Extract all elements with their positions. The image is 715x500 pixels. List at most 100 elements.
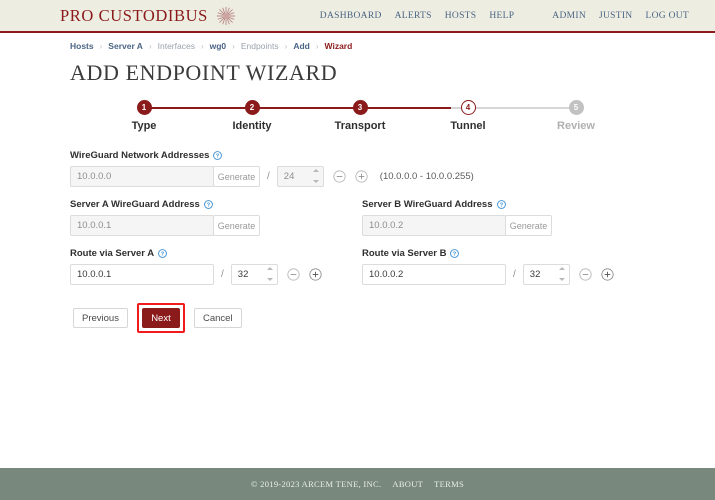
svg-text:?: ? [453, 252, 457, 258]
breadcrumb-item-hosts[interactable]: Hosts [70, 41, 94, 51]
route-b-prefix-spinner[interactable] [558, 267, 566, 281]
minus-circle-icon[interactable] [579, 268, 592, 281]
breadcrumb-separator: › [284, 41, 288, 51]
plus-circle-icon[interactable] [601, 268, 614, 281]
next-button[interactable]: Next [141, 308, 180, 328]
stepper-item-identity[interactable]: 2 Identity [218, 100, 286, 132]
row-network-addresses: Generate / [70, 166, 645, 187]
nav-link-help[interactable]: HELP [489, 11, 514, 21]
route-a-prefix-spinner[interactable] [266, 267, 274, 281]
svg-text:?: ? [161, 252, 165, 258]
minus-circle-icon[interactable] [333, 170, 346, 183]
breadcrumb-item-interfaces[interactable]: Interfaces [158, 41, 195, 51]
stepper-dot-2: 2 [244, 100, 260, 115]
field-group-route-a: Route via Server A ? / [70, 248, 360, 297]
wizard-form: WireGuard Network Addresses ? Generate / [0, 150, 715, 333]
nav-link-alerts[interactable]: ALERTS [395, 11, 432, 21]
breadcrumb-item-endpoints[interactable]: Endpoints [241, 41, 279, 51]
stepper-dot-4: 4 [460, 100, 476, 115]
row-server-addresses: Server A WireGuard Address ? Generate Se… [70, 199, 645, 248]
field-group-route-b: Route via Server B ? / [362, 248, 652, 297]
server-b-address-input[interactable] [362, 215, 506, 236]
stepper-item-type[interactable]: 1 Type [110, 100, 178, 132]
site-footer: © 2019-2023 ARCEM TENE, INC. ABOUT TERMS [0, 468, 715, 500]
site-header: PRO CUSTODIBUS DASHBOARD ALERTS HOSTS HE… [0, 0, 715, 33]
network-prefix-spinner[interactable] [312, 169, 320, 183]
question-mark-circle-icon[interactable]: ? [213, 151, 223, 160]
network-address-input-wrap: Generate [70, 166, 260, 187]
route-a-slash-separator: / [221, 269, 224, 280]
field-group-server-a-address: Server A WireGuard Address ? Generate [70, 199, 360, 248]
stepper-label-tunnel: Tunnel [450, 120, 486, 132]
label-route-a: Route via Server A ? [70, 248, 360, 259]
stepper-dot-5: 5 [568, 100, 584, 115]
label-server-a-address: Server A WireGuard Address ? [70, 199, 360, 210]
row-server-a-address-input: Generate [70, 215, 360, 236]
row-route-b-input: / [362, 264, 652, 285]
footer-link-terms[interactable]: TERMS [434, 479, 464, 489]
plus-circle-icon[interactable] [355, 170, 368, 183]
breadcrumb-separator: › [232, 41, 235, 51]
row-server-b-address-input: Generate [362, 215, 652, 236]
stepper-track: 1 Type 2 Identity 3 Transport 4 Tunnel 5… [110, 100, 610, 132]
minus-circle-icon[interactable] [287, 268, 300, 281]
question-mark-circle-icon[interactable]: ? [158, 249, 168, 258]
breadcrumb-separator: › [315, 41, 319, 51]
server-b-address-input-wrap: Generate [362, 215, 552, 236]
label-route-b-text: Route via Server B [362, 248, 447, 259]
svg-text:?: ? [499, 203, 503, 209]
network-slash-separator: / [267, 171, 270, 182]
nav-link-log-out[interactable]: LOG OUT [645, 11, 689, 21]
field-group-server-b-address: Server B WireGuard Address ? Generate [362, 199, 652, 248]
route-b-address-input[interactable] [362, 264, 506, 285]
stepper-item-tunnel[interactable]: 4 Tunnel [434, 100, 502, 132]
label-route-a-text: Route via Server A [70, 248, 155, 259]
route-b-prefix-wrap [522, 264, 570, 285]
stepper-label-identity: Identity [232, 120, 272, 132]
nav-link-user[interactable]: JUSTIN [599, 11, 632, 21]
footer-link-about[interactable]: ABOUT [392, 479, 423, 489]
breadcrumb-item-wg0[interactable]: wg0 [210, 41, 227, 51]
label-network-addresses-text: WireGuard Network Addresses [70, 150, 210, 161]
question-mark-circle-icon[interactable]: ? [496, 200, 506, 209]
breadcrumb-item-server-a[interactable]: Server A [108, 41, 143, 51]
breadcrumb-item-wizard: Wizard [324, 41, 353, 51]
label-route-b: Route via Server B ? [362, 248, 652, 259]
label-network-addresses: WireGuard Network Addresses ? [70, 150, 645, 161]
question-mark-circle-icon[interactable]: ? [203, 200, 213, 209]
stepper-dot-1: 1 [136, 100, 152, 115]
stepper-dot-3: 3 [352, 100, 368, 115]
network-generate-button[interactable]: Generate [213, 166, 260, 187]
stepper-item-review[interactable]: 5 Review [542, 100, 610, 132]
nav-link-admin[interactable]: ADMIN [552, 11, 586, 21]
label-server-b-address: Server B WireGuard Address ? [362, 199, 652, 210]
brand-logo[interactable]: PRO CUSTODIBUS [60, 5, 237, 27]
server-a-address-input-wrap: Generate [70, 215, 260, 236]
label-server-a-address-text: Server A WireGuard Address [70, 199, 200, 210]
field-group-network-addresses: WireGuard Network Addresses ? Generate / [70, 150, 645, 187]
question-mark-circle-icon[interactable]: ? [450, 249, 460, 258]
plus-circle-icon[interactable] [309, 268, 322, 281]
previous-button[interactable]: Previous [73, 308, 128, 328]
server-a-generate-button[interactable]: Generate [213, 215, 260, 236]
breadcrumb-item-add[interactable]: Add [293, 41, 310, 51]
svg-text:?: ? [207, 203, 211, 209]
stepper-label-review: Review [557, 120, 595, 132]
breadcrumb-separator: › [148, 41, 152, 51]
route-a-address-input[interactable] [70, 264, 214, 285]
server-b-generate-button[interactable]: Generate [505, 215, 552, 236]
breadcrumb-separator: › [99, 41, 103, 51]
sunburst-emblem-icon [215, 5, 237, 27]
breadcrumb-separator: › [200, 41, 204, 51]
page-title: ADD ENDPOINT WIZARD [70, 60, 338, 85]
network-address-input[interactable] [70, 166, 214, 187]
breadcrumb: Hosts › Server A › Interfaces › wg0 › En… [0, 33, 715, 51]
server-a-address-input[interactable] [70, 215, 214, 236]
cancel-button[interactable]: Cancel [193, 308, 242, 328]
label-server-b-address-text: Server B WireGuard Address [362, 199, 493, 210]
brand-name: PRO CUSTODIBUS [60, 5, 208, 25]
nav-link-dashboard[interactable]: DASHBOARD [320, 11, 382, 21]
nav-link-hosts[interactable]: HOSTS [445, 11, 477, 21]
svg-text:?: ? [216, 154, 220, 160]
stepper-item-transport[interactable]: 3 Transport [326, 100, 394, 132]
